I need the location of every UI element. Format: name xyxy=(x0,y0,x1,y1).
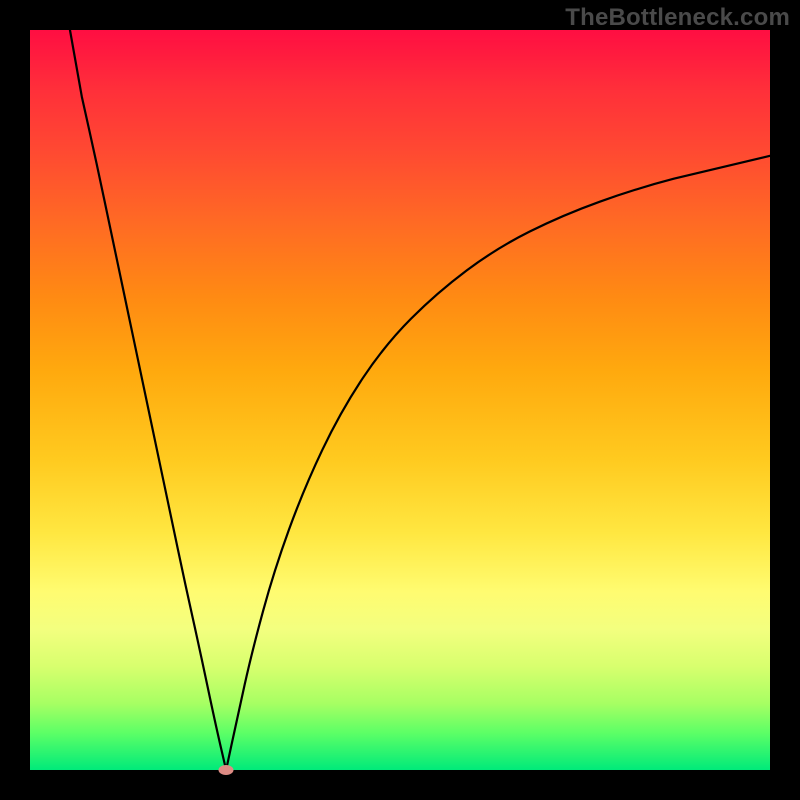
optimal-point-marker xyxy=(219,765,234,775)
plot-area xyxy=(30,30,770,770)
bottleneck-curve xyxy=(70,30,770,770)
chart-container: TheBottleneck.com xyxy=(0,0,800,800)
watermark-text: TheBottleneck.com xyxy=(565,4,790,32)
curve-svg xyxy=(30,30,770,770)
